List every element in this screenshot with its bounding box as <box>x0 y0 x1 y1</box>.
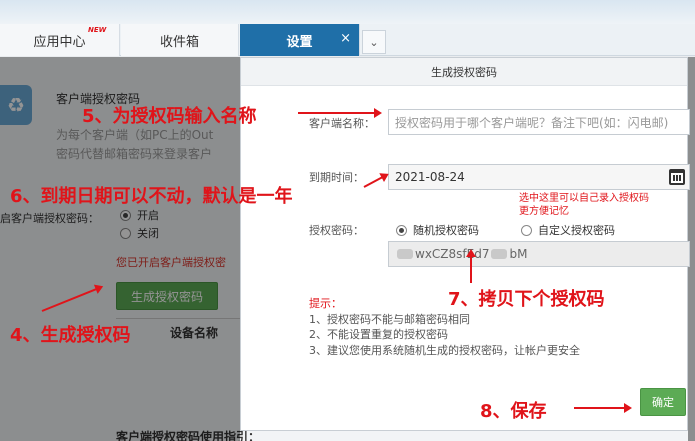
client-name-input[interactable]: 授权密码用于哪个客户端呢？备注下吧(如：闪电邮) <box>388 109 690 135</box>
redacted-block <box>397 249 413 259</box>
more-tabs-chevron-icon[interactable]: ⌄ <box>362 30 386 54</box>
tip-1: 1、授权密码不能与邮箱密码相同 <box>309 312 470 326</box>
tab-bar: 应用中心 NEW 收件箱 设置 × ⌄ <box>0 24 695 56</box>
expiry-date-value: 2021-08-24 <box>395 170 465 184</box>
tab-app-center-label: 应用中心 <box>33 34 86 50</box>
arrow-step8 <box>574 403 632 413</box>
tab-settings[interactable]: 设置 × <box>240 24 360 56</box>
client-name-label: 客户端名称： <box>309 117 375 130</box>
arrow-step7 <box>466 249 476 283</box>
tab-inbox[interactable]: 收件箱 <box>121 24 239 56</box>
dialog-title: 生成授权密码 <box>241 58 687 86</box>
custom-password-label: 自定义授权密码 <box>538 224 615 237</box>
custom-password-radio[interactable] <box>521 224 532 236</box>
password-part-a: wxCZ8sfEd7 <box>415 247 490 261</box>
expiry-date-input[interactable]: 2021-08-24 <box>388 164 690 190</box>
tab-app-center[interactable]: 应用中心 NEW <box>0 24 120 56</box>
tip-2: 2、不能设置重复的授权密码 <box>309 328 448 341</box>
confirm-button[interactable]: 确定 <box>640 388 686 416</box>
new-badge: NEW <box>88 26 107 34</box>
annotation-step8: 8、保存 <box>480 401 547 422</box>
calendar-icon[interactable] <box>669 169 685 185</box>
custom-hint-line1: 选中这里可以自己录入授权码 <box>519 193 649 204</box>
password-part-b: bM <box>509 247 528 261</box>
custom-hint-line2: 更方便记忆 <box>519 206 569 217</box>
arrow-step5 <box>298 108 382 118</box>
close-tab-icon[interactable]: × <box>340 31 351 46</box>
generated-password-field[interactable]: wxCZ8sfEd7 bM <box>388 241 690 267</box>
password-label: 授权密码： <box>309 224 364 237</box>
annotation-step4: 4、生成授权码 <box>10 325 131 346</box>
random-password-option[interactable]: 随机授权密码 <box>396 222 479 238</box>
random-password-radio[interactable] <box>396 224 407 236</box>
custom-password-hint: 选中这里可以自己录入授权码 更方便记忆 <box>519 192 649 218</box>
tab-inbox-label: 收件箱 <box>159 34 199 50</box>
expiry-label: 到期时间： <box>309 171 364 184</box>
random-password-label: 随机授权密码 <box>413 224 479 237</box>
tab-settings-label: 设置 <box>286 34 313 50</box>
redacted-block <box>491 249 508 259</box>
tip-3: 3、建议您使用系统随机生成的授权密码，让帐户更安全 <box>309 343 580 357</box>
annotation-step7: 7、拷贝下个授权码 <box>448 289 605 310</box>
top-strip <box>0 0 695 24</box>
annotation-step6: 6、到期日期可以不动，默认是一年 <box>10 186 293 207</box>
custom-password-option[interactable]: 自定义授权密码 <box>521 222 615 238</box>
annotation-step5: 5、为授权码输入名称 <box>82 106 257 127</box>
